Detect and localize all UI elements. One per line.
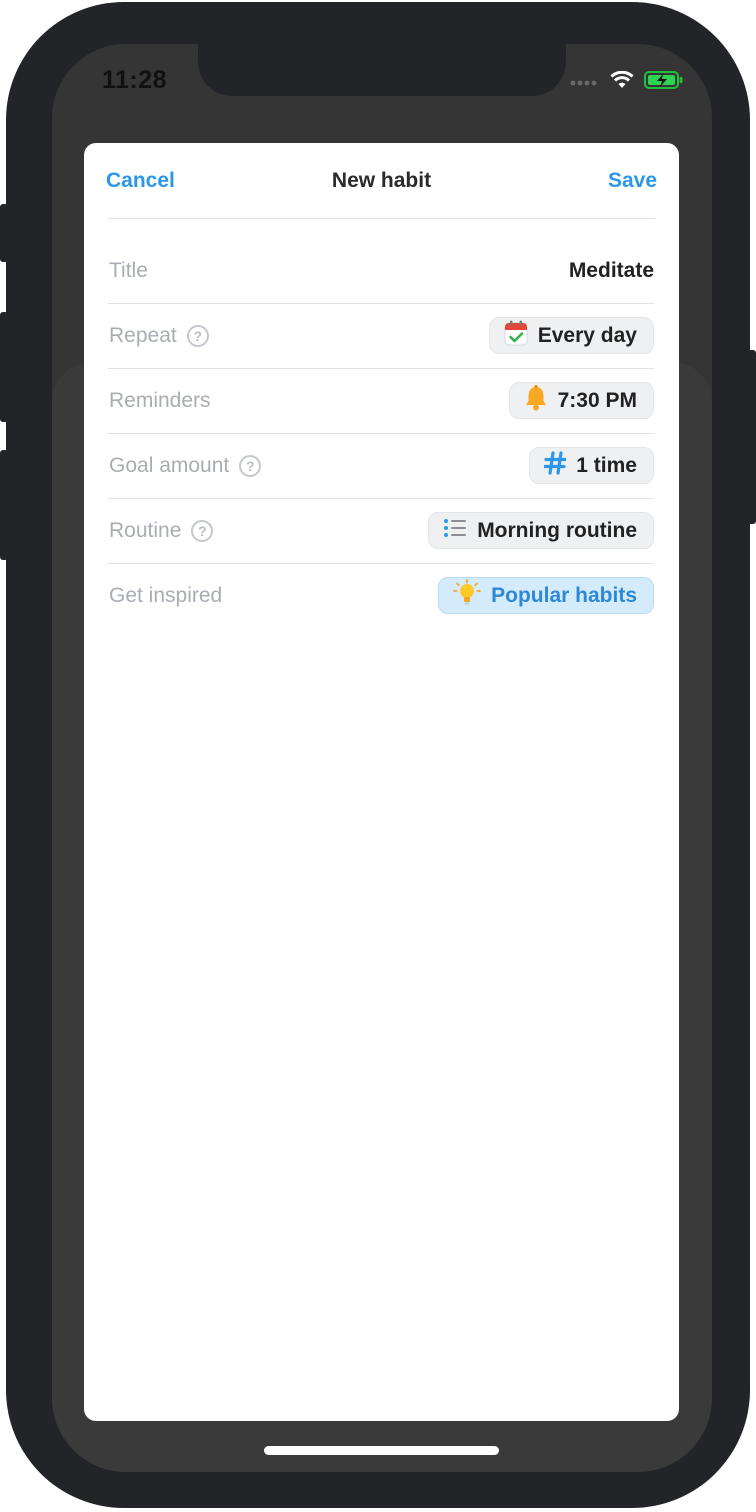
silent-switch: [0, 204, 8, 262]
popular-habits-label: Popular habits: [491, 583, 637, 607]
title-row[interactable]: Title Meditate: [108, 238, 654, 304]
goal-label-text: Goal amount: [109, 453, 230, 477]
routine-row: Routine ? Morning routine: [108, 498, 654, 564]
bell-icon: [524, 384, 548, 417]
phone-frame: 11:28 Cancel New habit Save Title Medita…: [0, 2, 756, 1508]
help-icon[interactable]: ?: [191, 519, 214, 542]
screen: 11:28 Cancel New habit Save Title Medita…: [52, 44, 712, 1472]
reminders-row: Reminders 7:30 PM: [108, 368, 654, 434]
repeat-row: Repeat ? Every day: [108, 303, 654, 369]
goal-row: Goal amount ? 1 time: [108, 433, 654, 499]
reminders-label: Reminders: [109, 368, 211, 433]
power-button: [748, 350, 756, 524]
goal-amount-button[interactable]: 1 time: [529, 447, 654, 484]
reminders-value: 7:30 PM: [557, 388, 637, 412]
notch: [198, 44, 566, 96]
battery-icon: [644, 70, 684, 95]
volume-down-button: [0, 450, 8, 560]
title-label: Title: [109, 238, 148, 303]
wifi-icon: [610, 70, 634, 94]
status-indicators: [570, 70, 684, 95]
goal-value: 1 time: [576, 453, 637, 477]
status-time: 11:28: [102, 66, 168, 94]
repeat-label: Repeat ?: [109, 303, 209, 368]
routine-value: Morning routine: [477, 518, 637, 542]
help-icon[interactable]: ?: [186, 324, 209, 347]
volume-up-button: [0, 312, 8, 422]
hash-icon: [543, 450, 567, 481]
help-icon[interactable]: ?: [239, 454, 262, 477]
repeat-label-text: Repeat: [109, 323, 177, 347]
repeat-button[interactable]: Every day: [488, 317, 654, 354]
new-habit-sheet: Cancel New habit Save Title Meditate Rep…: [84, 143, 679, 1421]
calendar-check-icon: [504, 320, 528, 352]
lightbulb-icon: [453, 578, 482, 613]
popular-habits-button[interactable]: Popular habits: [438, 577, 654, 614]
signal-icon: [570, 74, 600, 92]
goal-label: Goal amount ?: [109, 433, 262, 498]
title-label-text: Title: [109, 258, 148, 282]
inspired-row: Get inspired Popular habits: [108, 563, 654, 628]
save-button[interactable]: Save: [608, 169, 657, 193]
routine-label: Routine ?: [109, 498, 214, 563]
routine-label-text: Routine: [109, 518, 182, 542]
nav-bar: Cancel New habit Save: [106, 143, 657, 219]
page-title: New habit: [331, 169, 432, 192]
repeat-value: Every day: [537, 323, 637, 347]
reminders-label-text: Reminders: [109, 388, 211, 412]
reminders-button[interactable]: 7:30 PM: [508, 382, 654, 419]
title-field[interactable]: Meditate: [569, 238, 654, 303]
list-icon: [443, 517, 467, 545]
home-indicator[interactable]: [264, 1446, 499, 1455]
routine-button[interactable]: Morning routine: [428, 512, 654, 549]
inspired-label: Get inspired: [109, 563, 222, 628]
inspired-label-text: Get inspired: [109, 583, 223, 607]
